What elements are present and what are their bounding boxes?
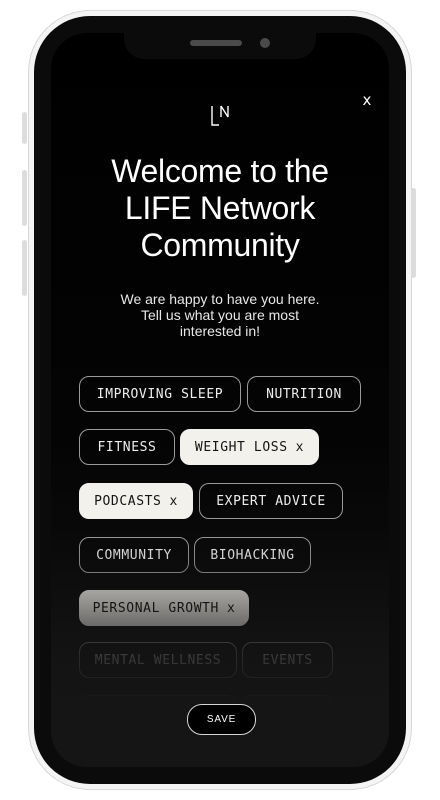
chip-label: PERSONAL GROWTH (92, 600, 219, 616)
remove-chip-icon[interactable]: x (227, 601, 235, 616)
chip-label: IMPROVING SLEEP (96, 386, 224, 402)
phone-notch (124, 33, 316, 59)
interest-chip-list: IMPROVING SLEEP NUTRITION FITNESS WEIGHT… (51, 33, 389, 767)
app-screen: x Welcome to the LIFE Network Community … (51, 33, 389, 767)
power-button (411, 188, 416, 278)
chip-fitness[interactable]: FITNESS (79, 429, 175, 465)
chip-personal-growth[interactable]: PERSONAL GROWTH x (79, 590, 249, 626)
mute-switch (22, 112, 27, 144)
chip-mental-wellness[interactable]: MENTAL WELLNESS (79, 642, 237, 678)
volume-up-button (22, 170, 27, 226)
chip-label: PODCASTS (94, 493, 162, 509)
chip-events[interactable]: EVENTS (242, 642, 333, 678)
chip-label: FITNESS (97, 439, 157, 455)
chip-hidden[interactable] (242, 695, 333, 731)
chip-label: MENTAL WELLNESS (94, 652, 222, 668)
chip-label: BIOHACKING (210, 547, 295, 563)
chip-label: COMMUNITY (96, 547, 172, 563)
chip-label: EVENTS (262, 652, 313, 668)
speaker-grille (190, 40, 242, 46)
chip-weight-loss[interactable]: WEIGHT LOSS x (180, 429, 319, 465)
chip-expert-advice[interactable]: EXPERT ADVICE (199, 483, 343, 519)
front-camera (260, 38, 270, 48)
volume-down-button (22, 240, 27, 296)
chip-nutrition[interactable]: NUTRITION (247, 376, 361, 412)
chip-biohacking[interactable]: BIOHACKING (194, 537, 311, 573)
chip-label: NUTRITION (266, 386, 342, 402)
chip-label: EXPERT ADVICE (216, 493, 326, 509)
chip-podcasts[interactable]: PODCASTS x (79, 483, 193, 519)
chip-community[interactable]: COMMUNITY (79, 537, 189, 573)
remove-chip-icon[interactable]: x (169, 494, 177, 509)
chip-improving-sleep[interactable]: IMPROVING SLEEP (79, 376, 241, 412)
chip-label: WEIGHT LOSS (194, 439, 288, 455)
save-button[interactable]: SAVE (187, 704, 256, 735)
remove-chip-icon[interactable]: x (296, 440, 304, 455)
